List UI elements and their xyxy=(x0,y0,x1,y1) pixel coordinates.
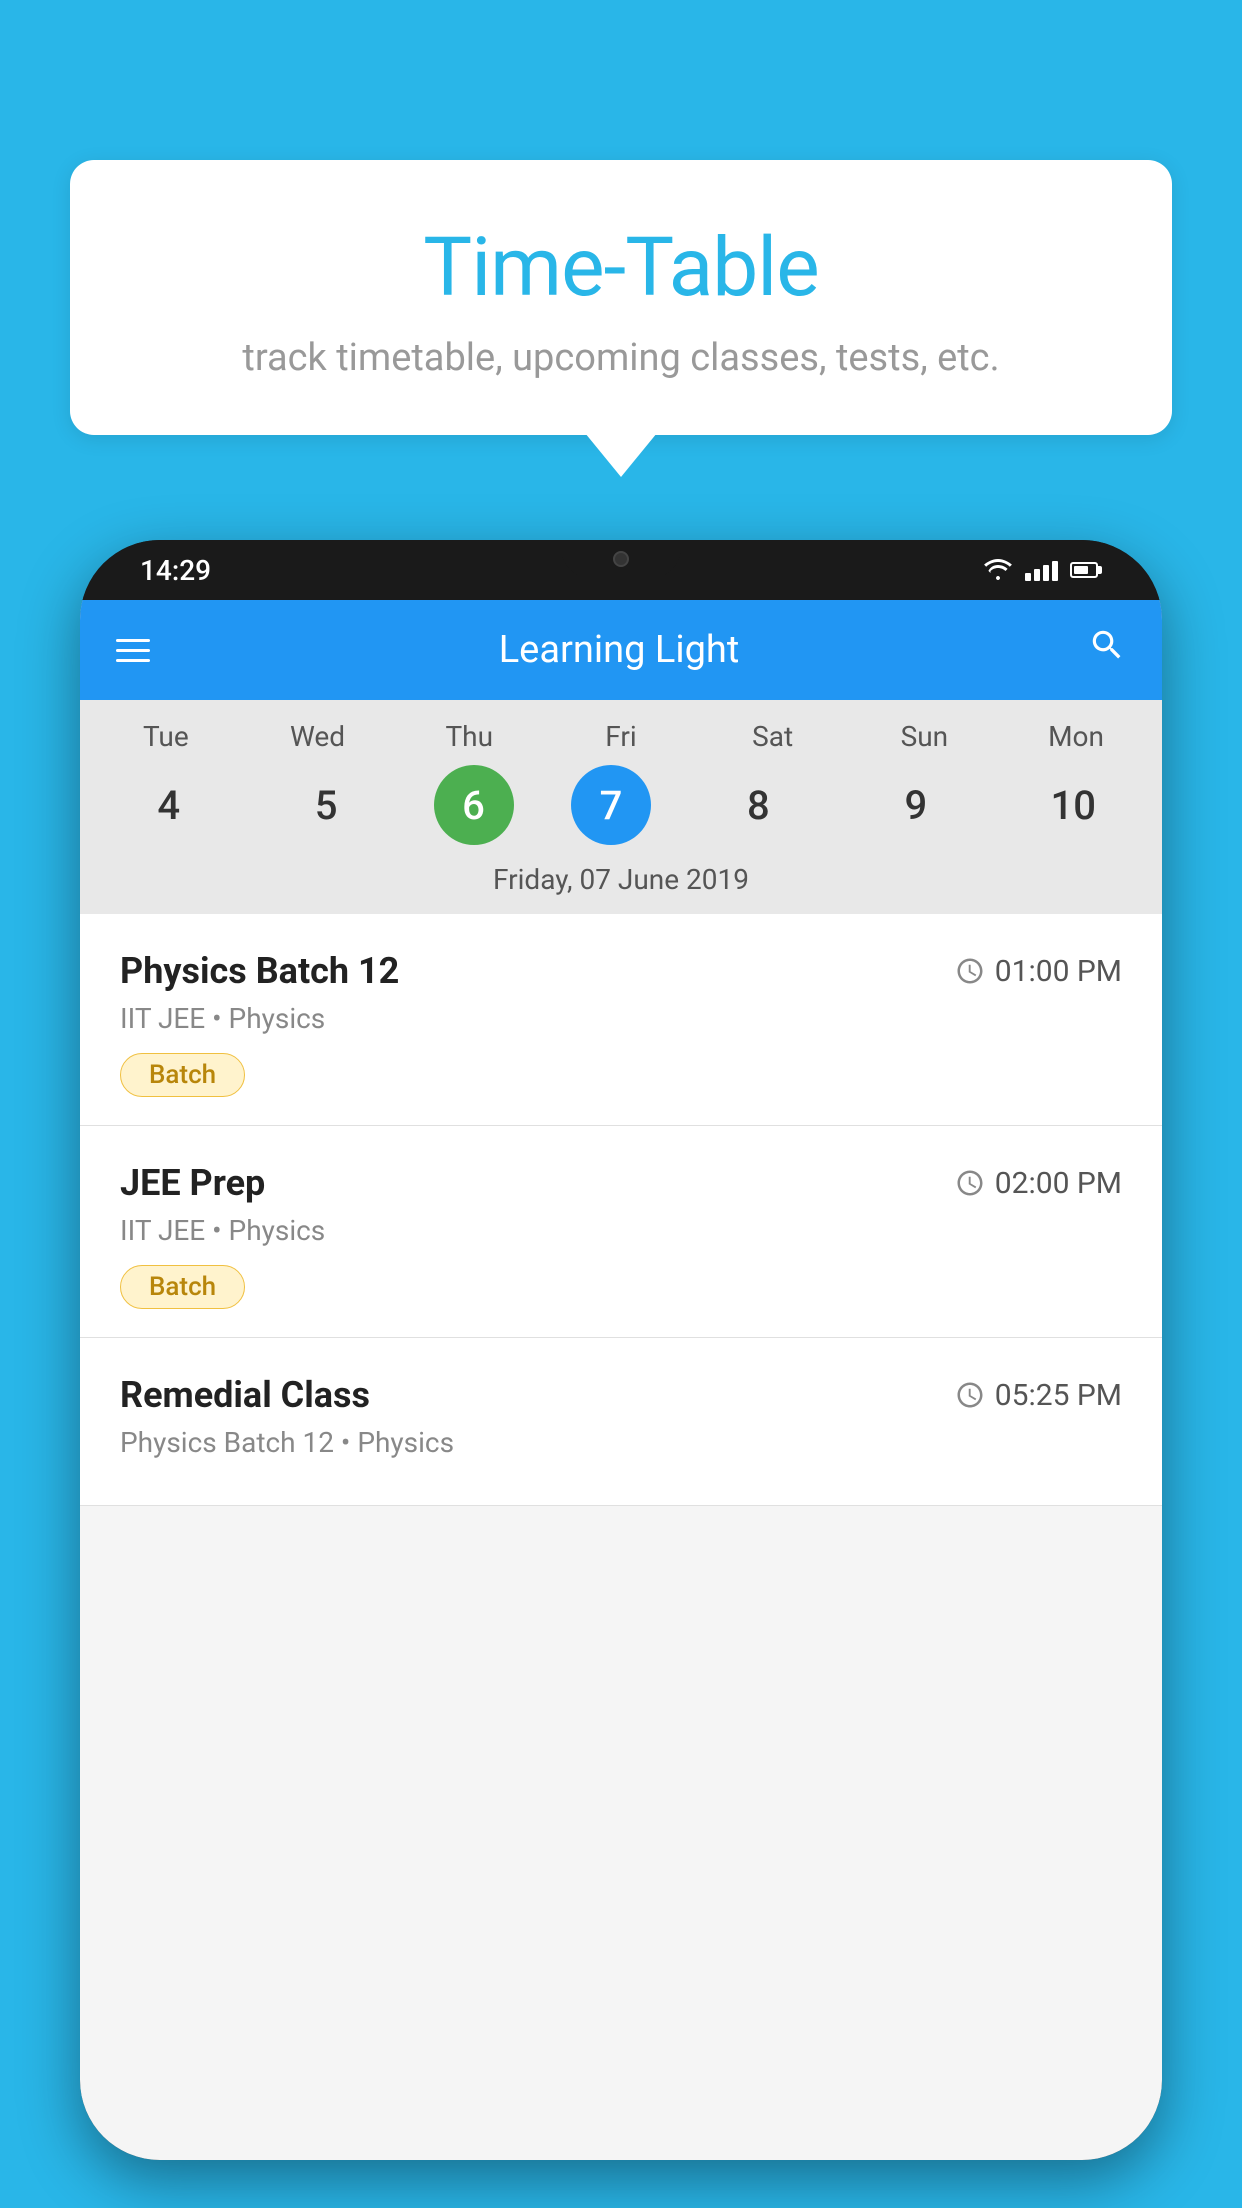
phone-notch xyxy=(561,540,681,578)
schedule-list: Physics Batch 12 01:00 PM IIT JEE • Phys… xyxy=(80,914,1162,1506)
app-header: Learning Light xyxy=(80,600,1162,700)
class-time-2: 02:00 PM xyxy=(955,1166,1122,1201)
status-bar: 14:29 xyxy=(80,540,1162,600)
day-header-mon: Mon xyxy=(1026,720,1126,753)
camera-dot xyxy=(613,551,629,567)
time-3: 05:25 PM xyxy=(995,1378,1122,1413)
selected-date-label: Friday, 07 June 2019 xyxy=(80,863,1162,914)
schedule-item-3-header: Remedial Class 05:25 PM xyxy=(120,1374,1122,1416)
schedule-item-2[interactable]: JEE Prep 02:00 PM IIT JEE • Physics Batc… xyxy=(80,1126,1162,1338)
status-time: 14:29 xyxy=(140,554,211,587)
schedule-item-1[interactable]: Physics Batch 12 01:00 PM IIT JEE • Phys… xyxy=(80,914,1162,1126)
schedule-item-1-header: Physics Batch 12 01:00 PM xyxy=(120,950,1122,992)
class-name-1: Physics Batch 12 xyxy=(120,950,399,992)
battery-icon xyxy=(1070,562,1102,578)
time-1: 01:00 PM xyxy=(995,954,1122,989)
phone-screen: Learning Light Tue Wed Thu Fri Sat Sun M… xyxy=(80,600,1162,2160)
day-header-wed: Wed xyxy=(268,720,368,753)
calendar-strip: Tue Wed Thu Fri Sat Sun Mon 4 5 6 7 8 9 … xyxy=(80,700,1162,914)
day-header-tue: Tue xyxy=(116,720,216,753)
bubble-subtitle: track timetable, upcoming classes, tests… xyxy=(110,336,1132,380)
time-2: 02:00 PM xyxy=(995,1166,1122,1201)
day-10[interactable]: 10 xyxy=(1023,765,1123,845)
clock-icon-2 xyxy=(955,1168,985,1198)
day-9[interactable]: 9 xyxy=(866,765,966,845)
day-8[interactable]: 8 xyxy=(708,765,808,845)
day-header-sun: Sun xyxy=(874,720,974,753)
class-name-3: Remedial Class xyxy=(120,1374,370,1416)
schedule-item-2-header: JEE Prep 02:00 PM xyxy=(120,1162,1122,1204)
menu-icon[interactable] xyxy=(116,639,150,662)
subject-1: IIT JEE • Physics xyxy=(120,1002,1122,1035)
day-7-selected[interactable]: 7 xyxy=(571,765,651,845)
speech-bubble: Time-Table track timetable, upcoming cla… xyxy=(70,160,1172,435)
day-5[interactable]: 5 xyxy=(276,765,376,845)
schedule-item-3[interactable]: Remedial Class 05:25 PM Physics Batch 12… xyxy=(80,1338,1162,1506)
day-header-sat: Sat xyxy=(723,720,823,753)
search-button[interactable] xyxy=(1088,626,1126,674)
wifi-icon xyxy=(983,558,1013,582)
class-name-2: JEE Prep xyxy=(120,1162,265,1204)
clock-icon-3 xyxy=(955,1380,985,1410)
class-time-1: 01:00 PM xyxy=(955,954,1122,989)
batch-tag-1: Batch xyxy=(120,1053,245,1097)
day-numbers: 4 5 6 7 8 9 10 xyxy=(80,765,1162,845)
clock-icon-1 xyxy=(955,956,985,986)
app-title: Learning Light xyxy=(180,628,1058,672)
status-icons xyxy=(983,558,1102,582)
batch-tag-2: Batch xyxy=(120,1265,245,1309)
day-header-fri: Fri xyxy=(571,720,671,753)
speech-bubble-container: Time-Table track timetable, upcoming cla… xyxy=(70,160,1172,435)
phone-frame: 14:29 xyxy=(80,540,1162,2160)
day-header-thu: Thu xyxy=(419,720,519,753)
bubble-title: Time-Table xyxy=(110,220,1132,316)
subject-2: IIT JEE • Physics xyxy=(120,1214,1122,1247)
subject-3: Physics Batch 12 • Physics xyxy=(120,1426,1122,1459)
signal-icon xyxy=(1025,559,1058,581)
day-6-today[interactable]: 6 xyxy=(434,765,514,845)
class-time-3: 05:25 PM xyxy=(955,1378,1122,1413)
day-4[interactable]: 4 xyxy=(119,765,219,845)
day-headers: Tue Wed Thu Fri Sat Sun Mon xyxy=(80,720,1162,753)
